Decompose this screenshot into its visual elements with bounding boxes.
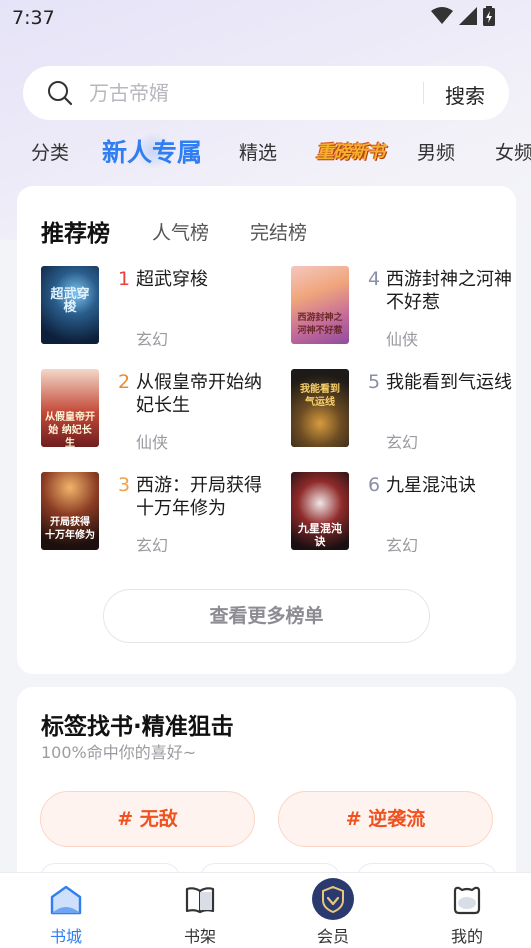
book-cover: 西游封神之 河神不好惹 xyxy=(291,266,349,344)
cover-title: 开局获得 十万年修为 xyxy=(45,517,95,541)
nav-label: 书城 xyxy=(49,927,82,946)
tag-finder-card: 标签找书·精准狙击 100%命中你的喜好~ # 无敌 # 逆袭流 xyxy=(17,687,516,893)
book-item[interactable]: 西游封神之 河神不好惹 4 西游封神之河神不好惹 仙侠 xyxy=(291,266,531,349)
book-title: 西游封神之河神不好惹 xyxy=(386,269,512,313)
tab-male[interactable]: 男频 xyxy=(417,138,455,165)
book-genre: 仙侠 xyxy=(386,330,419,349)
nav-label: 我的 xyxy=(450,927,483,946)
book-cover: 超武穿梭 xyxy=(41,266,99,344)
book-item[interactable]: 我能看到 气运线 5 我能看到气运线 玄幻 xyxy=(291,369,531,452)
battery-icon xyxy=(483,6,495,26)
rank-number: 2 xyxy=(118,371,131,393)
book-genre: 玄幻 xyxy=(386,433,419,452)
rank-number: 1 xyxy=(118,268,131,290)
tab-finished-rank[interactable]: 完结榜 xyxy=(250,218,307,245)
tab-female[interactable]: 女频 xyxy=(495,138,531,165)
book-title: 我能看到气运线 xyxy=(386,372,512,393)
nav-bookshelf[interactable]: 书架 xyxy=(150,873,250,948)
bookshelf-icon xyxy=(185,887,215,914)
ranking-card: 推荐榜 人气榜 完结榜 超武穿梭 1 超武穿梭 玄幻 从假皇帝开始 纳妃长生 2… xyxy=(17,186,516,674)
book-title: 从假皇帝开始纳妃长生 xyxy=(136,372,262,416)
book-genre: 玄幻 xyxy=(386,536,419,555)
search-bar[interactable]: 搜索 xyxy=(23,66,509,120)
book-cover: 九星混沌诀 xyxy=(291,472,349,550)
book-title: 九星混沌诀 xyxy=(386,475,476,496)
tab-category[interactable]: 分类 xyxy=(31,138,69,165)
rank-number: 6 xyxy=(368,474,381,496)
tab-recommend-rank[interactable]: 推荐榜 xyxy=(41,214,110,248)
book-title: 超武穿梭 xyxy=(136,269,208,290)
status-bar: 7:37 xyxy=(0,0,531,36)
nav-bookstore[interactable]: 书城 xyxy=(16,873,116,948)
nav-label: 书架 xyxy=(183,927,216,946)
status-icons xyxy=(431,6,495,26)
category-tabs: 分类 新人专属 精选 重磅新书 男频 女频 xyxy=(0,128,531,174)
nav-profile[interactable]: 我的 xyxy=(417,873,517,948)
search-input[interactable] xyxy=(89,81,409,105)
vip-shield-icon xyxy=(312,878,354,920)
rank-number: 5 xyxy=(368,371,381,393)
book-genre: 玄幻 xyxy=(136,536,169,555)
tab-newcomer[interactable]: 新人专属 xyxy=(102,133,202,169)
rank-number: 4 xyxy=(368,268,381,290)
bookstore-icon xyxy=(50,885,82,915)
tag-section-title: 标签找书·精准狙击 xyxy=(41,714,234,740)
cover-title: 超武穿梭 xyxy=(50,287,90,315)
rank-number: 3 xyxy=(118,474,131,496)
wifi-icon xyxy=(431,7,453,24)
tab-new-books-promo[interactable]: 重磅新书 xyxy=(316,138,385,164)
book-item[interactable]: 从假皇帝开始 纳妃长生 2 从假皇帝开始纳妃长生 仙侠 xyxy=(41,369,281,452)
book-item[interactable]: 超武穿梭 1 超武穿梭 玄幻 xyxy=(41,266,281,349)
nav-vip[interactable]: 会员 xyxy=(283,873,383,948)
status-time: 7:37 xyxy=(12,7,55,29)
tab-featured[interactable]: 精选 xyxy=(239,138,277,165)
tag-comeback[interactable]: # 逆袭流 xyxy=(278,791,493,847)
search-divider xyxy=(423,82,424,104)
book-cover: 我能看到 气运线 xyxy=(291,369,349,447)
search-button[interactable]: 搜索 xyxy=(445,80,485,109)
signal-icon xyxy=(459,7,477,25)
book-genre: 仙侠 xyxy=(136,433,169,452)
book-cover: 从假皇帝开始 纳妃长生 xyxy=(41,369,99,447)
book-genre: 玄幻 xyxy=(136,330,169,349)
cover-title: 从假皇帝开始 纳妃长生 xyxy=(45,412,95,447)
tab-popular-rank[interactable]: 人气榜 xyxy=(152,218,209,245)
bottom-nav: 书城 书架 会员 我的 xyxy=(0,872,531,948)
book-item[interactable]: 开局获得 十万年修为 3 西游：开局获得十万年修为 玄幻 xyxy=(41,472,281,555)
search-icon xyxy=(48,81,73,106)
cover-title: 我能看到 气运线 xyxy=(300,384,340,408)
profile-icon xyxy=(453,886,481,915)
book-title: 西游：开局获得十万年修为 xyxy=(136,475,262,519)
tag-section-subtitle: 100%命中你的喜好~ xyxy=(41,743,197,762)
cover-title: 西游封神之 河神不好惹 xyxy=(297,313,343,336)
book-item[interactable]: 九星混沌诀 6 九星混沌诀 玄幻 xyxy=(291,472,531,555)
book-cover: 开局获得 十万年修为 xyxy=(41,472,99,550)
more-rankings-button[interactable]: 查看更多榜单 xyxy=(103,589,430,643)
nav-label: 会员 xyxy=(316,927,349,946)
cover-title: 九星混沌诀 xyxy=(298,522,342,548)
tag-invincible[interactable]: # 无敌 xyxy=(40,791,255,847)
